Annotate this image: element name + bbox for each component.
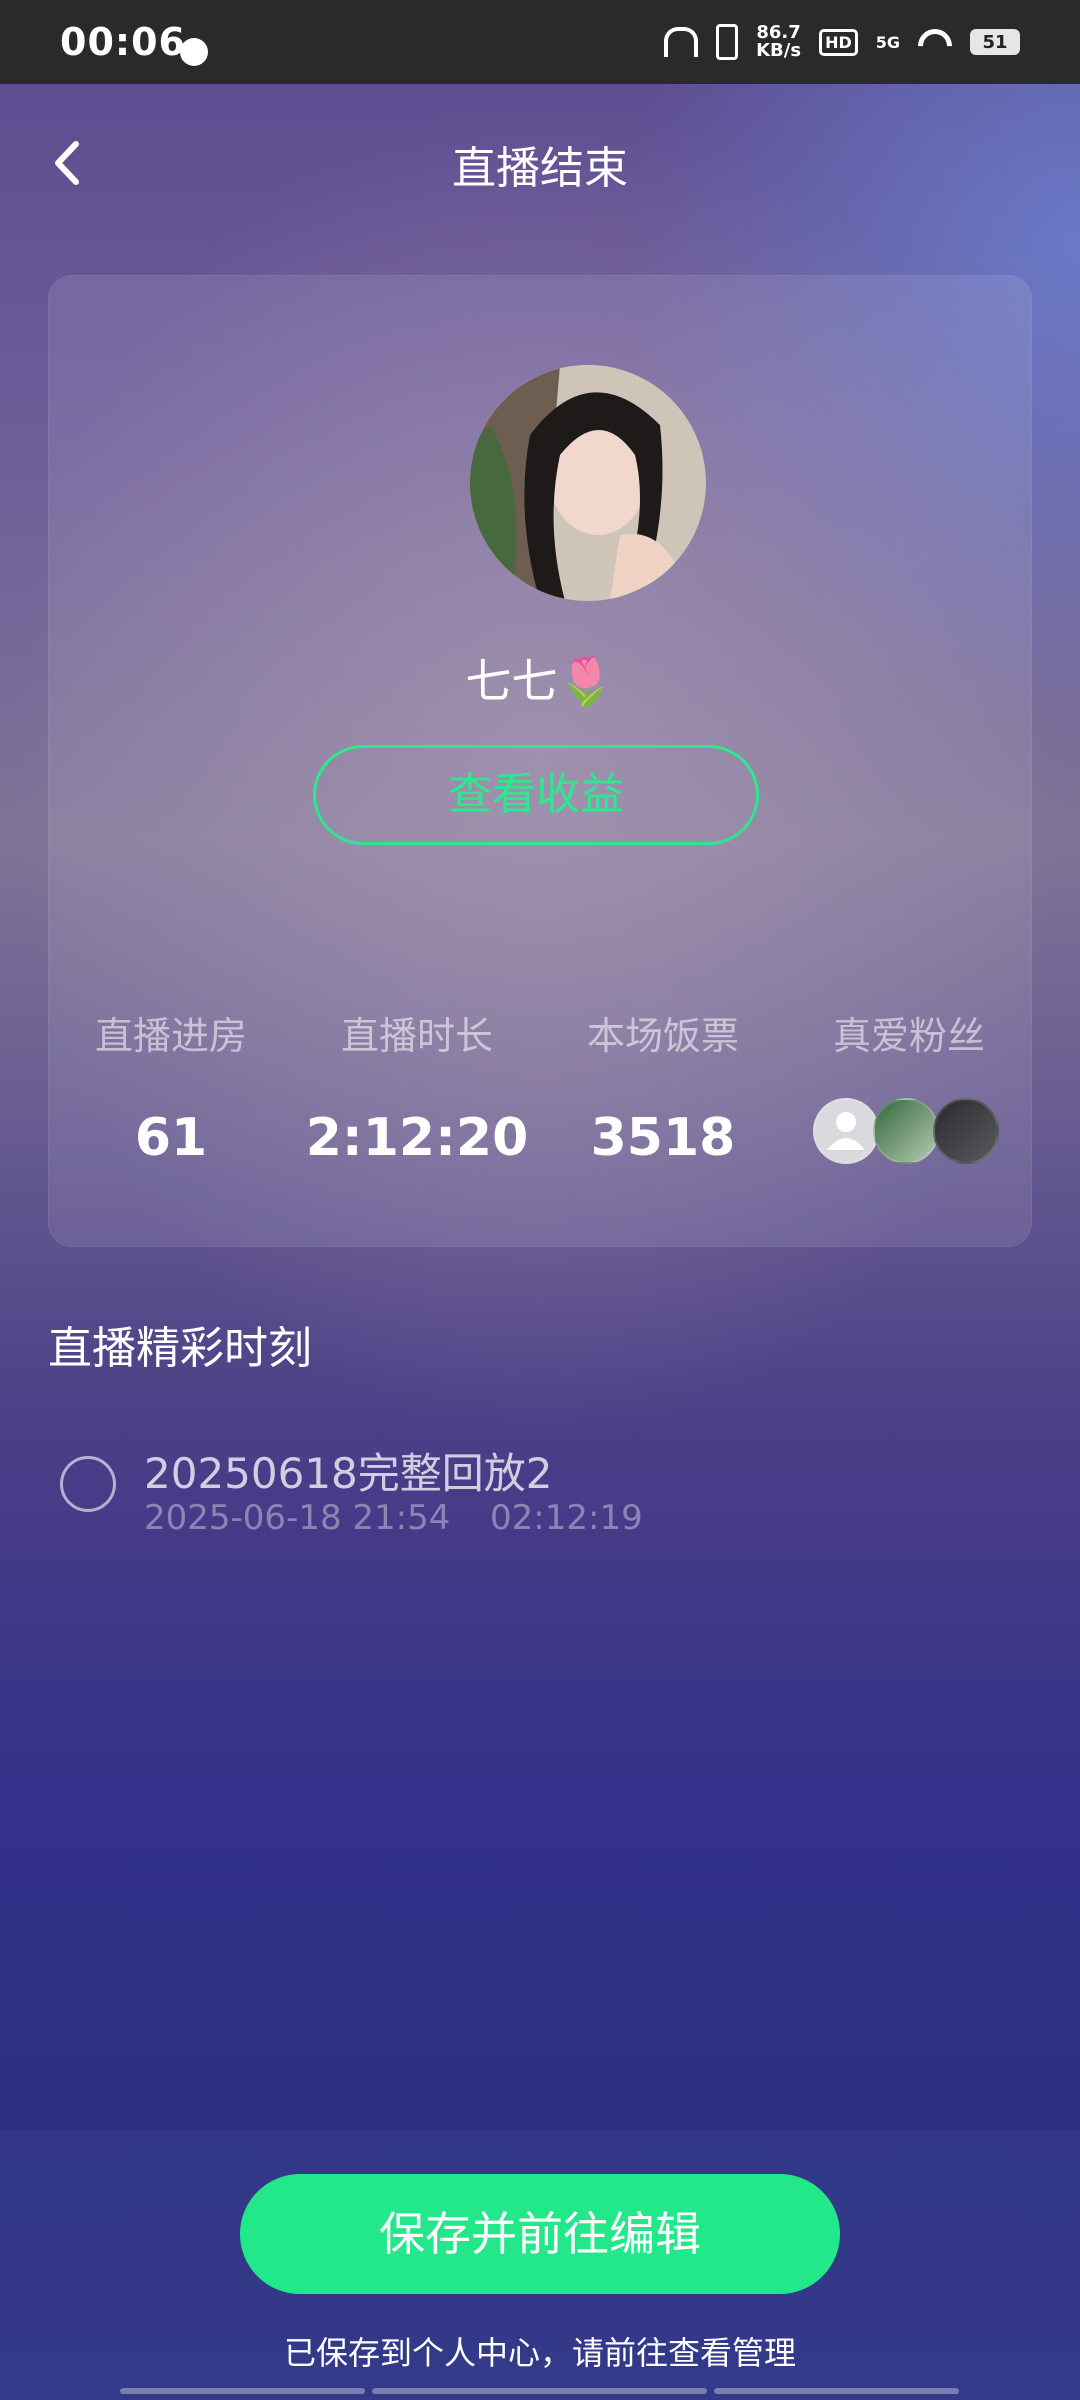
save-and-edit-button[interactable]: 保存并前往编辑	[240, 2174, 840, 2294]
page-title: 直播结束	[452, 143, 628, 194]
clip-select-radio[interactable]	[60, 1456, 116, 1512]
hd-icon: HD	[819, 28, 858, 56]
stat-value: 3518	[590, 1108, 736, 1168]
live-summary-card: 七七🌷 查看收益 直播进房 61 直播时长 2:12:20 本场饭票 3518 …	[48, 275, 1032, 1247]
clip-duration: 02:12:19	[490, 1498, 643, 1538]
fan-avatar[interactable]	[873, 1098, 939, 1164]
status-icons: 86.7 KB/s HD 5G 51	[664, 22, 1020, 62]
stat-label: 真爱粉丝	[832, 1014, 985, 1058]
home-indicator	[714, 2388, 959, 2394]
avatar[interactable]	[470, 365, 706, 601]
globe-icon	[180, 38, 208, 66]
net-speed: 86.7 KB/s	[756, 22, 802, 61]
stats-row: 直播进房 61 直播时长 2:12:20 本场饭票 3518 真爱粉丝	[48, 1005, 1032, 1168]
clip-date: 2025-06-18 21:54	[144, 1498, 451, 1538]
battery-icon: 51	[970, 29, 1020, 55]
wifi-icon	[918, 29, 952, 55]
fan-avatars[interactable]	[786, 1098, 1032, 1164]
default-user-icon	[827, 1112, 865, 1150]
headphone-icon	[664, 27, 699, 57]
view-income-button[interactable]: 查看收益	[313, 745, 759, 845]
home-indicator	[372, 2388, 707, 2394]
status-bar: 00:06 86.7 KB/s HD 5G 51	[0, 0, 1080, 84]
stat-true-fans[interactable]: 真爱粉丝	[786, 1005, 1032, 1168]
stat-label: 直播进房	[94, 1014, 247, 1058]
save-tip: 已保存到个人中心，请前往查看管理	[283, 2334, 796, 2372]
stat-value: 2:12:20	[305, 1108, 529, 1168]
highlights-title: 直播精彩时刻	[48, 1323, 312, 1374]
home-indicator	[120, 2388, 365, 2394]
stat-label: 直播时长	[340, 1014, 493, 1058]
signal-5g-icon: 5G	[875, 32, 900, 52]
nickname: 七七🌷	[465, 654, 615, 708]
stat-room-entries: 直播进房 61	[48, 1005, 294, 1168]
status-time: 00:06	[60, 20, 186, 64]
clip-name[interactable]: 20250618完整回放2	[144, 1440, 553, 1501]
fan-avatar[interactable]	[933, 1098, 999, 1164]
stat-label: 本场饭票	[586, 1014, 739, 1058]
vibrate-icon	[716, 24, 739, 60]
stat-duration: 直播时长 2:12:20	[294, 1005, 540, 1168]
stat-value: 61	[134, 1108, 208, 1168]
stat-meal-tickets: 本场饭票 3518	[540, 1005, 786, 1168]
fan-avatar[interactable]	[813, 1098, 879, 1164]
